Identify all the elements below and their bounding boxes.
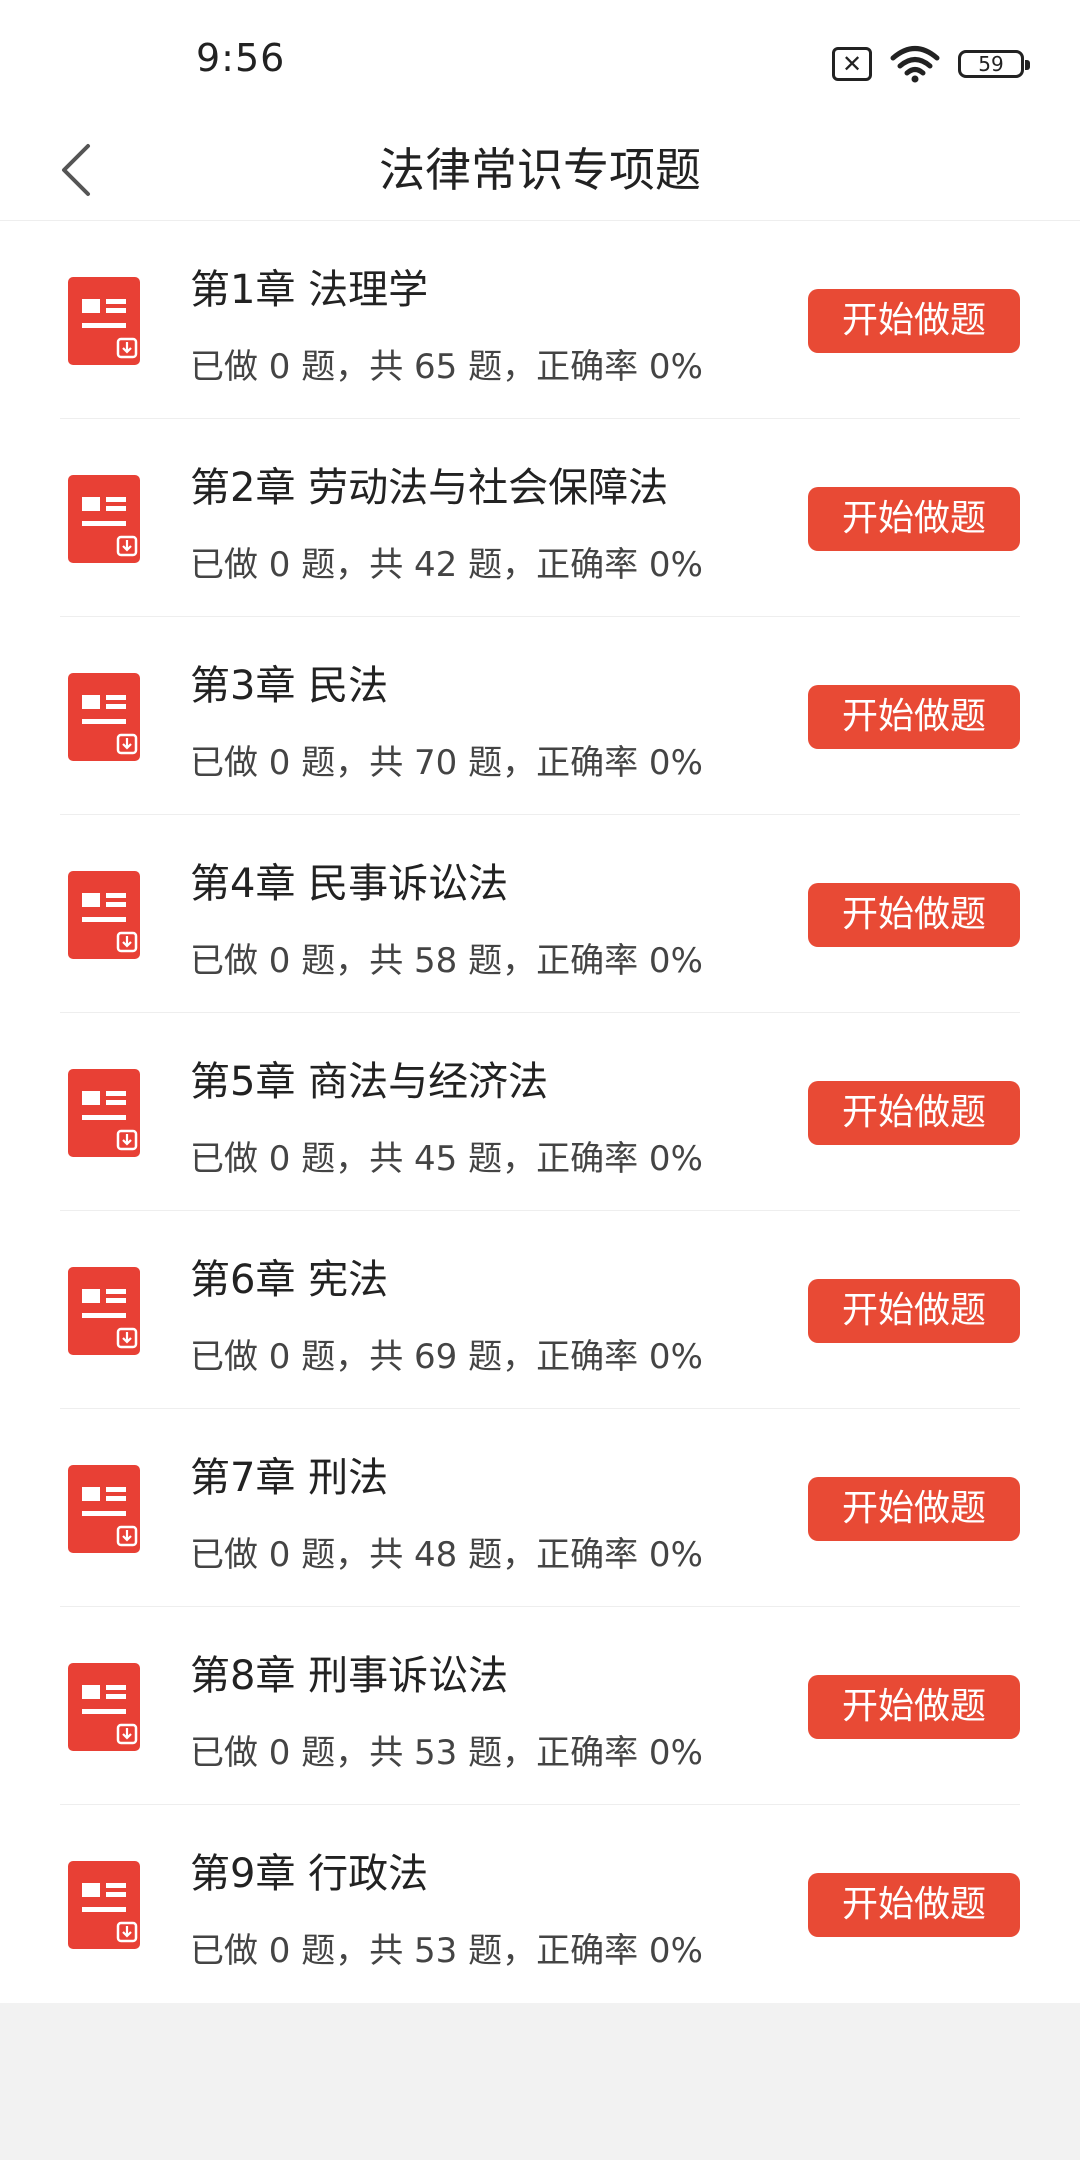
document-icon <box>68 475 140 563</box>
chapter-title: 第9章 行政法 <box>190 1851 429 1897</box>
start-practice-button[interactable]: 开始做题 <box>808 289 1020 353</box>
screen: 9:56 ✕ 59 法律常识专项题 第1章 法理学 已做 0 题，共 65 题，… <box>0 0 1080 2160</box>
status-time: 9:56 <box>196 36 286 80</box>
chapter-item-4: 第4章 民事诉讼法 已做 0 题，共 58 题，正确率 0% 开始做题 <box>0 815 1080 1013</box>
chapter-title: 第1章 法理学 <box>190 267 429 313</box>
chapter-item-7: 第7章 刑法 已做 0 题，共 48 题，正确率 0% 开始做题 <box>0 1409 1080 1607</box>
chapter-list: 第1章 法理学 已做 0 题，共 65 题，正确率 0% 开始做题 第2章 劳动… <box>0 221 1080 2003</box>
page-title: 法律常识专项题 <box>379 143 701 197</box>
chapter-stats: 已做 0 题，共 69 题，正确率 0% <box>190 1337 703 1377</box>
chapter-title: 第2章 劳动法与社会保障法 <box>190 465 669 511</box>
chapter-stats: 已做 0 题，共 70 题，正确率 0% <box>190 743 703 783</box>
chapter-item-9: 第9章 行政法 已做 0 题，共 53 题，正确率 0% 开始做题 <box>0 1805 1080 2003</box>
start-practice-button[interactable]: 开始做题 <box>808 1873 1020 1937</box>
status-icons: ✕ 59 <box>832 42 1030 86</box>
chapter-stats: 已做 0 题，共 53 题，正确率 0% <box>190 1931 703 1971</box>
chapter-stats: 已做 0 题，共 58 题，正确率 0% <box>190 941 703 981</box>
chapter-stats: 已做 0 题，共 65 题，正确率 0% <box>190 347 703 387</box>
document-icon <box>68 1861 140 1949</box>
status-bar: 9:56 ✕ 59 <box>0 0 1080 120</box>
chapter-item-5: 第5章 商法与经济法 已做 0 题，共 45 题，正确率 0% 开始做题 <box>0 1013 1080 1211</box>
sim-no-signal-icon: ✕ <box>832 47 872 81</box>
start-practice-button[interactable]: 开始做题 <box>808 1675 1020 1739</box>
wifi-icon <box>890 45 940 83</box>
chapter-item-1: 第1章 法理学 已做 0 题，共 65 题，正确率 0% 开始做题 <box>0 221 1080 419</box>
chapter-item-3: 第3章 民法 已做 0 题，共 70 题，正确率 0% 开始做题 <box>0 617 1080 815</box>
chapter-stats: 已做 0 题，共 48 题，正确率 0% <box>190 1535 703 1575</box>
document-icon <box>68 1069 140 1157</box>
battery-level: 59 <box>978 52 1004 76</box>
chapter-title: 第8章 刑事诉讼法 <box>190 1653 509 1699</box>
back-button[interactable] <box>36 130 116 210</box>
chapter-item-8: 第8章 刑事诉讼法 已做 0 题，共 53 题，正确率 0% 开始做题 <box>0 1607 1080 1805</box>
start-practice-button[interactable]: 开始做题 <box>808 685 1020 749</box>
chapter-stats: 已做 0 题，共 42 题，正确率 0% <box>190 545 703 585</box>
chapter-title: 第4章 民事诉讼法 <box>190 861 509 907</box>
chapter-item-6: 第6章 宪法 已做 0 题，共 69 题，正确率 0% 开始做题 <box>0 1211 1080 1409</box>
start-practice-button[interactable]: 开始做题 <box>808 1477 1020 1541</box>
chapter-item-2: 第2章 劳动法与社会保障法 已做 0 题，共 42 题，正确率 0% 开始做题 <box>0 419 1080 617</box>
document-icon <box>68 277 140 365</box>
chapter-title: 第5章 商法与经济法 <box>190 1059 549 1105</box>
nav-bar: 法律常识专项题 <box>0 120 1080 221</box>
document-icon <box>68 1465 140 1553</box>
chevron-left-icon <box>62 144 90 196</box>
chapter-stats: 已做 0 题，共 53 题，正确率 0% <box>190 1733 703 1773</box>
chapter-title: 第3章 民法 <box>190 663 389 709</box>
chapter-stats: 已做 0 题，共 45 题，正确率 0% <box>190 1139 703 1179</box>
start-practice-button[interactable]: 开始做题 <box>808 1081 1020 1145</box>
start-practice-button[interactable]: 开始做题 <box>808 883 1020 947</box>
document-icon <box>68 673 140 761</box>
chapter-title: 第7章 刑法 <box>190 1455 389 1501</box>
chapter-title: 第6章 宪法 <box>190 1257 389 1303</box>
document-icon <box>68 1267 140 1355</box>
document-icon <box>68 1663 140 1751</box>
start-practice-button[interactable]: 开始做题 <box>808 1279 1020 1343</box>
battery-icon: 59 <box>958 50 1030 78</box>
start-practice-button[interactable]: 开始做题 <box>808 487 1020 551</box>
document-icon <box>68 871 140 959</box>
